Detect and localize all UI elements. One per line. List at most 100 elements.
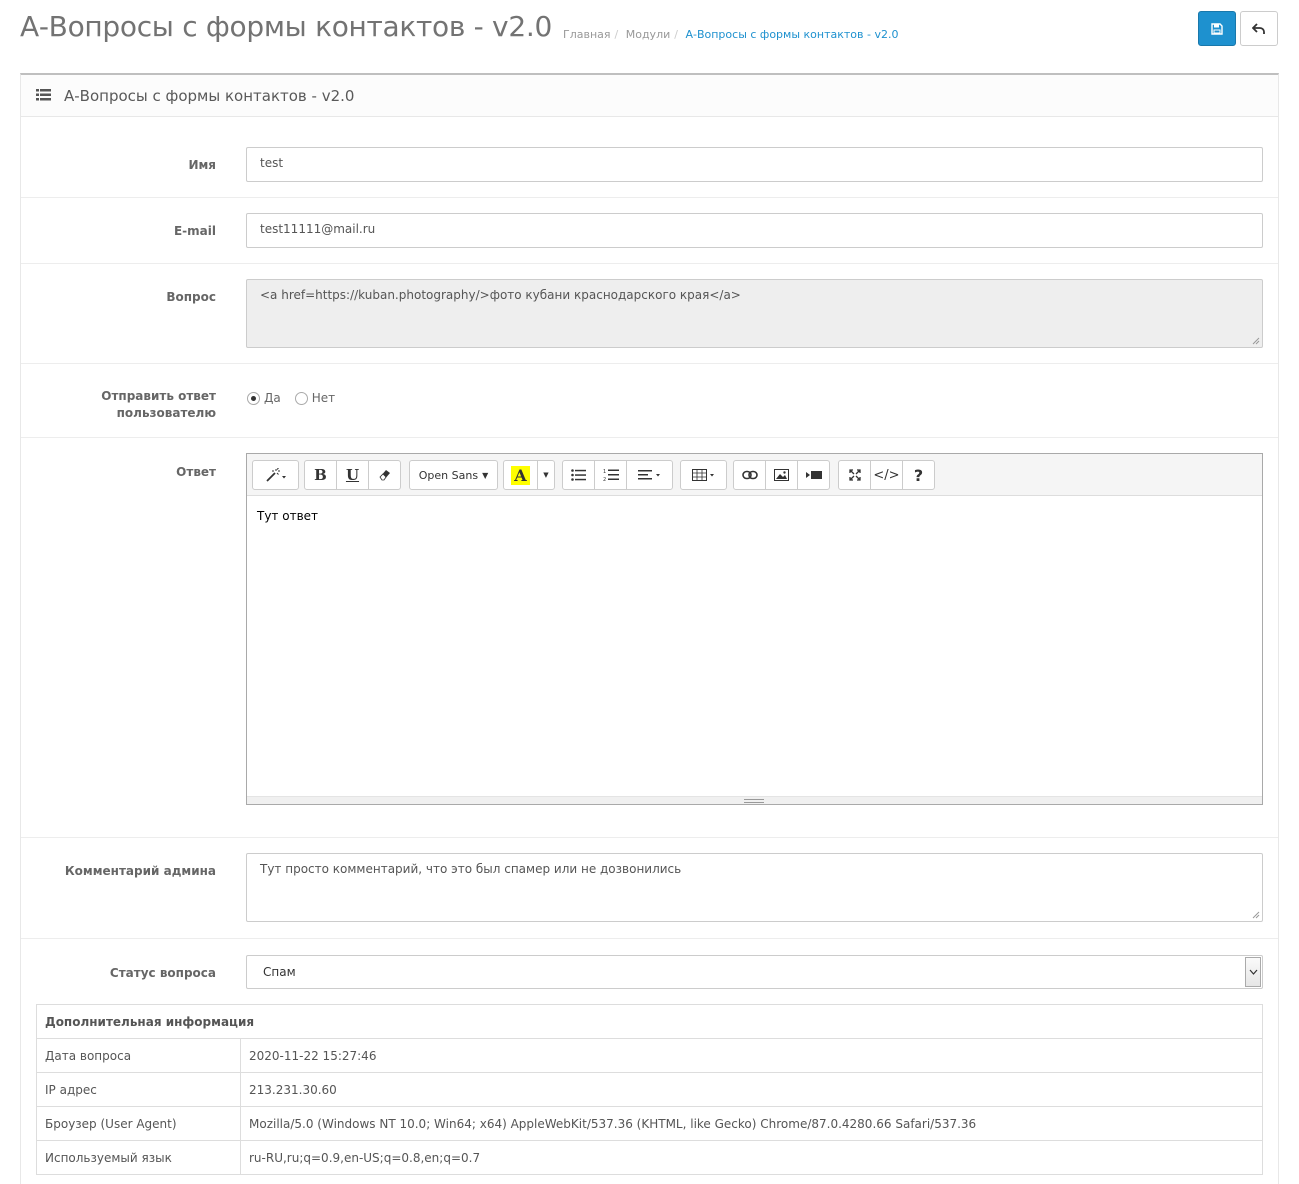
insert-link-button[interactable] [733, 460, 766, 490]
svg-text:1: 1 [603, 469, 606, 475]
breadcrumb: Главная / Модули / А-Вопросы с формы конта… [563, 28, 902, 41]
fullscreen-button[interactable] [838, 460, 871, 490]
caret-down-icon: ▼ [482, 470, 489, 480]
rich-text-editor: B U Open Sans ▼ A ▼ 1 2 </> ? Тут ответ [246, 453, 1263, 805]
info-value: ru-RU,ru;q=0.9,en-US;q=0.8,en;q=0.7 [240, 1140, 1263, 1175]
admin-comment-text: Тут просто комментарий, что это был спам… [260, 862, 682, 876]
form-row-send-reply: Отправить ответ пользователю Да Нет [21, 364, 1278, 438]
admin-comment-label: Комментарий админа [64, 864, 216, 878]
reply-icon [1252, 22, 1265, 34]
editor-resize-bar[interactable] [247, 796, 1262, 804]
underline-icon: U [345, 466, 360, 484]
list-icon [36, 89, 51, 101]
save-icon [1211, 22, 1223, 35]
answer-label: Ответ [176, 465, 216, 479]
back-button[interactable] [1240, 11, 1278, 46]
editor-content[interactable]: Тут ответ [247, 497, 1262, 796]
breadcrumb-current[interactable]: А-Вопросы с формы контактов - v2.0 [685, 28, 898, 41]
table-row: Дата вопроса 2020-11-22 15:27:46 [36, 1038, 1263, 1073]
table-button[interactable] [680, 460, 727, 490]
help-button[interactable]: ? [902, 460, 935, 490]
font-family-value: Open Sans [418, 468, 479, 482]
question-text: <a href=https://kuban.photography/>фото … [260, 288, 741, 302]
link-icon [741, 470, 758, 480]
form-row-admin-comment: Комментарий админа Тут просто комментари… [21, 838, 1278, 939]
form-panel: А-Вопросы с формы контактов - v2.0 Имя t… [20, 73, 1279, 1184]
breadcrumb-separator: / [614, 28, 619, 41]
status-select-value: Спам [263, 965, 296, 979]
additional-info-table: Дополнительная информация Дата вопроса 2… [36, 1004, 1263, 1175]
form-row-email: E-mail test11111@mail.ru [21, 198, 1278, 264]
email-label: E-mail [173, 224, 216, 238]
chevron-down-icon [1245, 957, 1261, 987]
save-button[interactable] [1198, 11, 1236, 46]
text-color-button[interactable]: A [503, 460, 538, 490]
status-select[interactable]: Спам [246, 955, 1263, 989]
eraser-icon [378, 470, 390, 481]
info-key: Дата вопроса [36, 1038, 241, 1073]
question-label: Вопрос [166, 290, 216, 304]
info-key: IP адрес [36, 1072, 241, 1107]
name-input[interactable]: test [246, 147, 1263, 182]
resize-grip-icon[interactable] [1252, 337, 1260, 345]
panel-title: А-Вопросы с формы контактов - v2.0 [64, 87, 355, 105]
style-button[interactable] [252, 460, 299, 490]
svg-text:2: 2 [603, 477, 606, 482]
code-view-button[interactable]: </> [870, 460, 903, 490]
radio-yes-label[interactable]: Да [264, 391, 281, 405]
breadcrumb-separator: / [674, 28, 678, 41]
table-icon [691, 469, 714, 481]
resize-grip-icon [744, 799, 764, 803]
table-row: Броузер (User Agent) Mozilla/5.0 (Window… [36, 1106, 1263, 1141]
expand-icon [848, 469, 861, 481]
send-reply-radio-group: Да Нет [247, 391, 349, 405]
status-label: Статус вопроса [109, 966, 216, 980]
bold-icon: B [314, 466, 327, 484]
caret-down-icon: ▼ [543, 471, 549, 479]
info-key: Используемый язык [36, 1140, 241, 1175]
text-color-dropdown[interactable]: ▼ [537, 460, 555, 490]
insert-image-button[interactable] [765, 460, 798, 490]
form-row-answer: Ответ B U Open Sans ▼ A ▼ 1 2 </> ? Тут … [21, 438, 1278, 838]
resize-grip-icon[interactable] [1252, 911, 1260, 919]
bold-button[interactable]: B [304, 460, 337, 490]
paragraph-align-button[interactable] [626, 460, 673, 490]
name-label: Имя [188, 158, 216, 172]
info-value: Mozilla/5.0 (Windows NT 10.0; Win64; x64… [240, 1106, 1263, 1141]
email-input[interactable]: test11111@mail.ru [246, 213, 1263, 248]
admin-comment-textarea[interactable]: Тут просто комментарий, что это был спам… [246, 853, 1263, 922]
radio-no-label[interactable]: Нет [312, 391, 335, 405]
question-icon: ? [913, 465, 924, 485]
table-row: Используемый язык ru-RU,ru;q=0.9,en-US;q… [36, 1140, 1263, 1175]
radio-no[interactable] [294, 391, 308, 405]
info-value: 213.231.30.60 [240, 1072, 1263, 1107]
magic-wand-icon [265, 468, 286, 482]
editor-toolbar: B U Open Sans ▼ A ▼ 1 2 </> ? [247, 454, 1262, 496]
bullet-list-icon [571, 469, 586, 481]
video-icon [805, 471, 822, 479]
ordered-list-button[interactable]: 12 [594, 460, 627, 490]
info-key: Броузер (User Agent) [36, 1106, 241, 1141]
send-reply-label: Отправить ответ пользователю [101, 389, 216, 420]
align-left-icon [637, 470, 660, 480]
breadcrumb-modules[interactable]: Модули [626, 28, 671, 41]
underline-button[interactable]: U [336, 460, 369, 490]
panel-heading: А-Вопросы с формы контактов - v2.0 [21, 75, 1278, 117]
image-icon [774, 469, 789, 481]
font-family-dropdown[interactable]: Open Sans ▼ [409, 460, 498, 490]
clear-format-button[interactable] [368, 460, 401, 490]
font-color-icon: A [511, 465, 530, 485]
table-heading: Дополнительная информация [36, 1004, 1263, 1039]
insert-video-button[interactable] [797, 460, 830, 490]
form-row-status: Статус вопроса Спам [21, 939, 1278, 999]
page-header: А-Вопросы с формы контактов - v2.0 Главн… [0, 0, 1299, 60]
code-icon: </> [873, 467, 900, 483]
form-row-name: Имя test [21, 117, 1278, 198]
info-value: 2020-11-22 15:27:46 [240, 1038, 1263, 1073]
table-header-row: Дополнительная информация [36, 1004, 1263, 1039]
question-textarea[interactable]: <a href=https://kuban.photography/>фото … [246, 279, 1263, 348]
breadcrumb-home[interactable]: Главная [563, 28, 611, 41]
radio-yes[interactable] [247, 391, 260, 405]
page-title: А-Вопросы с формы контактов - v2.0 [20, 10, 552, 43]
unordered-list-button[interactable] [562, 460, 595, 490]
